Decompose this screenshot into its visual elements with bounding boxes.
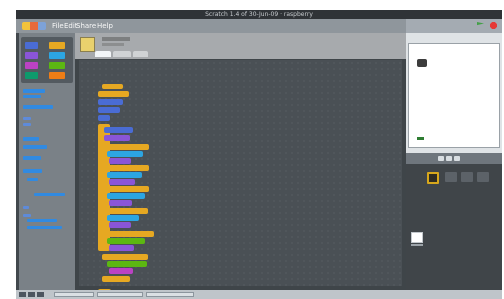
folder-icon[interactable] — [446, 156, 452, 161]
scratch-window: Scratch 1.4 of 30-Jun-09 · raspberry Fil… — [16, 10, 502, 290]
script-block[interactable] — [107, 215, 139, 221]
script-block[interactable] — [107, 172, 142, 178]
script-block[interactable] — [107, 193, 145, 199]
tab-scripts[interactable] — [95, 51, 111, 57]
window-title: Scratch 1.4 of 30-Jun-09 · raspberry — [16, 10, 502, 19]
menu-share[interactable]: Share — [76, 22, 96, 30]
script-block[interactable] — [102, 186, 149, 192]
tab-sounds[interactable] — [133, 51, 148, 57]
page-root: Scratch 1.4 of 30-Jun-09 · raspberry Fil… — [0, 0, 504, 299]
sprite-tile-selected[interactable] — [427, 172, 439, 184]
script-block[interactable] — [102, 231, 154, 237]
blocks-palette — [19, 33, 75, 290]
script-block[interactable] — [102, 84, 123, 89]
paintbrush-icon[interactable] — [80, 37, 95, 52]
stage-thumbnail[interactable] — [411, 232, 423, 243]
script-block[interactable] — [102, 254, 148, 260]
script-block[interactable] — [109, 222, 131, 228]
category-variables-button[interactable] — [49, 72, 65, 79]
palette-block[interactable] — [23, 206, 29, 209]
taskbar — [16, 290, 502, 299]
palette-block[interactable] — [23, 117, 31, 120]
palette-block[interactable] — [23, 169, 42, 173]
script-block[interactable] — [109, 179, 135, 185]
sprite-list-pane — [406, 153, 502, 290]
palette-block[interactable] — [34, 193, 65, 196]
stage-marker — [417, 137, 424, 140]
category-looks-button[interactable] — [25, 52, 38, 59]
taskbar-icon[interactable] — [28, 292, 35, 297]
paintbrush-icon[interactable] — [438, 156, 444, 161]
palette-block[interactable] — [23, 95, 41, 98]
menu-help[interactable]: Help — [97, 22, 113, 30]
sprite-info — [102, 43, 124, 46]
script-block[interactable] — [98, 99, 123, 105]
stage-canvas[interactable] — [408, 43, 500, 148]
palette-block[interactable] — [27, 219, 57, 222]
script-block[interactable] — [107, 151, 143, 157]
taskbar-app[interactable] — [54, 292, 94, 297]
category-control-button[interactable] — [49, 42, 65, 49]
script-block[interactable] — [102, 276, 130, 282]
palette-block[interactable] — [23, 145, 47, 149]
script-block[interactable] — [107, 261, 147, 267]
script-block[interactable] — [102, 208, 148, 214]
script-block[interactable] — [107, 238, 145, 244]
category-pen-button[interactable] — [25, 72, 38, 79]
palette-block[interactable] — [23, 89, 45, 93]
stage-thumbnail-label — [411, 244, 423, 246]
taskbar-app[interactable] — [97, 292, 143, 297]
category-operators-button[interactable] — [49, 62, 65, 69]
sprite-header — [75, 33, 406, 59]
sprite-name-field[interactable] — [102, 37, 130, 41]
stage-panel — [406, 19, 502, 290]
palette-block[interactable] — [27, 226, 62, 229]
script-block[interactable] — [98, 107, 120, 113]
palette-block[interactable] — [23, 105, 53, 109]
script-block[interactable] — [102, 165, 149, 171]
palette-block[interactable] — [23, 156, 41, 160]
palette-block[interactable] — [23, 137, 39, 141]
script-editor — [75, 33, 406, 290]
scripts-area[interactable] — [79, 60, 402, 290]
category-sound-button[interactable] — [25, 62, 38, 69]
star-icon[interactable] — [454, 156, 460, 161]
stage-toolbar — [406, 19, 502, 33]
script-block[interactable] — [109, 200, 132, 206]
script-block[interactable] — [109, 158, 131, 164]
block-categories — [21, 37, 73, 83]
sprite-tile[interactable] — [461, 172, 473, 182]
green-flag-icon[interactable] — [477, 22, 484, 26]
stage-controls — [477, 22, 497, 29]
script-block[interactable] — [98, 115, 110, 121]
script-block[interactable] — [104, 135, 130, 141]
palette-block[interactable] — [23, 123, 31, 126]
palette-block[interactable] — [23, 214, 31, 217]
script-block[interactable] — [98, 91, 129, 97]
sprite-tile[interactable] — [445, 172, 457, 182]
stop-icon[interactable] — [490, 22, 497, 29]
taskbar-icon[interactable] — [37, 292, 44, 297]
script-block[interactable] — [109, 268, 133, 274]
category-motion-button[interactable] — [25, 42, 38, 49]
taskbar-app[interactable] — [146, 292, 194, 297]
tab-costumes[interactable] — [113, 51, 131, 57]
script-block[interactable] — [102, 144, 149, 150]
category-sensing-button[interactable] — [49, 52, 65, 59]
script-block[interactable] — [109, 245, 134, 251]
scratch-logo-icon — [22, 22, 46, 30]
taskbar-icon[interactable] — [19, 292, 26, 297]
palette-block[interactable] — [27, 178, 38, 181]
menu-file[interactable]: File — [52, 22, 64, 30]
sprite-pane-header — [406, 153, 502, 164]
sprite-on-stage[interactable] — [417, 59, 427, 67]
sprite-tile[interactable] — [477, 172, 489, 182]
script-block[interactable] — [104, 127, 133, 133]
